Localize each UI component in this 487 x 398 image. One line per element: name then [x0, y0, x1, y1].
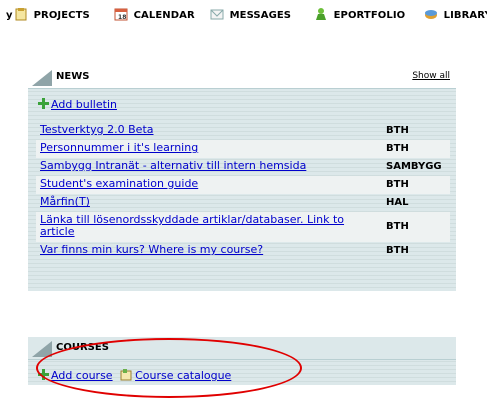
news-item-source: SAMBYGG — [386, 161, 442, 172]
news-item-link[interactable]: Var finns min kurs? Where is my course? — [40, 244, 370, 256]
nav-calendar-label: CALENDAR — [133, 10, 195, 21]
nav-eportfolio-label: EPORTFOLIO — [333, 10, 406, 21]
calendar-icon: 18 — [114, 8, 128, 21]
news-item: Testverktyg 2.0 Beta BTH — [36, 122, 450, 140]
add-bulletin-link[interactable]: Add bulletin — [51, 98, 117, 111]
nav-library-label: LIBRARY — [443, 10, 487, 21]
add-bulletin[interactable]: Add bulletin — [38, 98, 117, 111]
news-item-link[interactable]: Testverktyg 2.0 Beta — [40, 124, 370, 136]
nav-eportfolio[interactable]: EPORTFOLIO — [314, 6, 405, 26]
news-item: Student's examination guide BTH — [36, 176, 450, 194]
library-icon — [425, 10, 437, 19]
add-icon — [38, 98, 49, 109]
news-item: Mårfin(T) HAL — [36, 194, 450, 212]
news-item-source: BTH — [386, 179, 409, 190]
news-item-source: BTH — [386, 245, 409, 256]
highlight-circle — [36, 338, 302, 398]
news-item-link[interactable]: Personnummer i it's learning — [40, 142, 370, 154]
news-item-source: BTH — [386, 143, 409, 154]
envelope-icon — [210, 9, 224, 20]
news-title: NEWS — [56, 71, 90, 82]
news-item-source: HAL — [386, 197, 409, 208]
news-item-link[interactable]: Student's examination guide — [40, 178, 370, 190]
nav-library[interactable]: LIBRARY — [424, 6, 487, 26]
news-item-link[interactable]: Sambygg Intranät - alternativ till inter… — [40, 160, 370, 172]
news-item-source: BTH — [386, 125, 409, 136]
clipboard-icon — [15, 8, 27, 21]
portfolio-icon — [316, 8, 326, 20]
news-item-source: BTH — [386, 221, 409, 232]
news-panel: NEWS Show all Add bulletin Testverktyg 2… — [28, 66, 456, 291]
nav-messages-label: MESSAGES — [229, 10, 292, 21]
section-triangle-icon — [32, 70, 52, 86]
news-list: Testverktyg 2.0 Beta BTH Personnummer i … — [36, 122, 450, 260]
nav-messages[interactable]: MESSAGES — [210, 6, 291, 26]
nav-projects[interactable]: PROJECTS — [14, 6, 90, 26]
news-header: NEWS Show all — [28, 66, 456, 89]
svg-text:18: 18 — [118, 14, 127, 21]
news-item-link[interactable]: Länka till lösenordsskyddade artiklar/da… — [40, 214, 370, 238]
nav-calendar[interactable]: 18 CALENDAR — [114, 6, 195, 26]
nav-truncated-item: у — [6, 10, 13, 21]
show-all-link[interactable]: Show all — [412, 71, 450, 81]
top-navigation: у PROJECTS 18 CALENDAR MESSAGES EPORTFOL… — [0, 6, 487, 26]
nav-projects-label: PROJECTS — [33, 10, 90, 21]
news-item: Var finns min kurs? Where is my course? … — [36, 242, 450, 260]
news-item-link[interactable]: Mårfin(T) — [40, 196, 370, 208]
news-item: Länka till lösenordsskyddade artiklar/da… — [36, 212, 450, 242]
news-item: Personnummer i it's learning BTH — [36, 140, 450, 158]
news-item: Sambygg Intranät - alternativ till inter… — [36, 158, 450, 176]
